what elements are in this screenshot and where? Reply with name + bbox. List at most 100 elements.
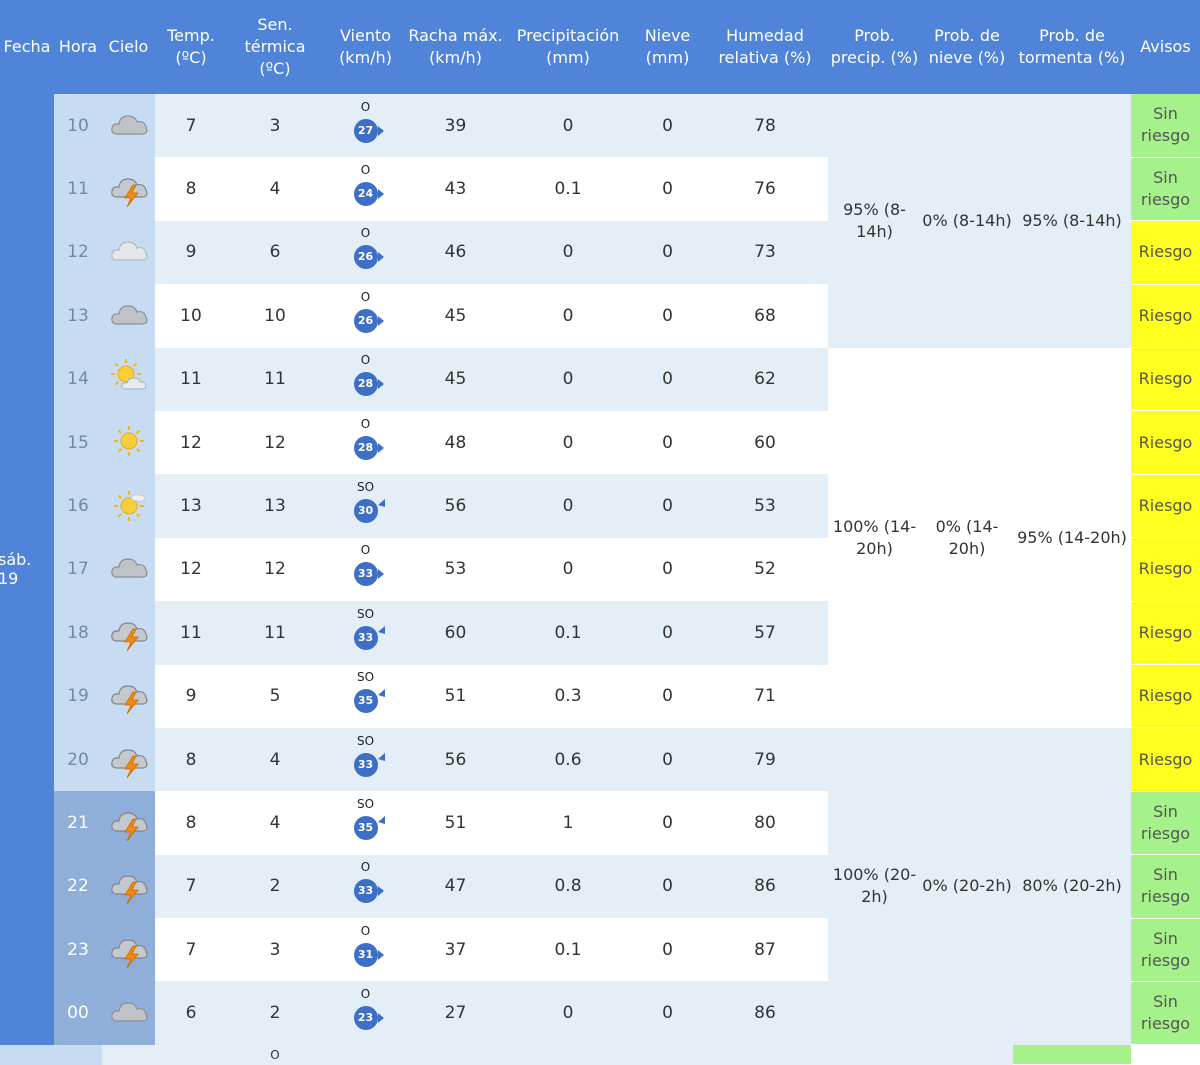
humedad-cell: 87 — [702, 918, 828, 982]
header-nieve: Nieve (mm) — [633, 0, 702, 94]
sensacion-cell: 10 — [227, 284, 323, 348]
fecha-cell: sáb. 19 — [0, 94, 54, 1045]
header-humedad: Humedad relativa (%) — [702, 0, 828, 94]
header-prob-precip: Prob. precip. (%) — [828, 0, 921, 94]
wind-direction: SO — [356, 670, 375, 685]
precip-cell: 0.1 — [503, 157, 633, 221]
precip-cell: 0 — [503, 94, 633, 158]
sky-cell — [102, 918, 155, 982]
wind-cell: O 26 — [323, 220, 408, 285]
aviso-badge: Riesgo — [1131, 284, 1200, 349]
hora-cell: 22 — [54, 854, 102, 919]
wind-cell: SO 30 — [323, 474, 408, 538]
precip-cell: 0.3 — [503, 664, 633, 728]
humedad-cell: 71 — [702, 664, 828, 728]
wind-speed-badge: 31 — [353, 942, 378, 967]
hourly-forecast-table: Fecha Hora Cielo Temp. (ºC) Sen. térmica… — [0, 0, 1200, 1065]
temp-cell: 11 — [155, 601, 227, 665]
humedad-cell: 76 — [702, 157, 828, 221]
sensacion-cell: 5 — [227, 664, 323, 728]
nieve-cell: 0 — [633, 94, 702, 158]
racha-cell: 56 — [408, 474, 503, 538]
precip-cell: 0.1 — [503, 601, 633, 665]
wind-cell: O 33 — [323, 854, 408, 919]
nieve-cell: 0 — [633, 854, 702, 919]
prob-precip-cell: 95% (8- 14h) — [828, 94, 921, 348]
table-row: 20 8 4 SO 33 56 0.6 0 79 100% (20- 2h) 0% (20-2h) 8… — [0, 727, 1200, 1045]
nieve-cell: 0 — [633, 918, 702, 982]
nieve-cell: 0 — [633, 410, 702, 475]
precip-cell: 0 — [503, 347, 633, 411]
hora-cell: 18 — [54, 601, 102, 665]
table-row: 14 11 11 O 28 45 0 0 62 100% (14- 20h) 0% (14- 20h… — [0, 347, 1200, 728]
header-avisos: Avisos — [1131, 0, 1200, 94]
prob-precip-cell: 100% (14- 20h) — [828, 347, 921, 728]
wind-direction: O — [360, 163, 371, 178]
wind-speed-badge: 26 — [353, 245, 378, 270]
header-viento: Viento (km/h) — [323, 0, 408, 94]
racha-cell: 45 — [408, 347, 503, 411]
sky-cell — [102, 537, 155, 602]
aviso-badge: Riesgo — [1131, 347, 1200, 412]
wind-speed-badge: 28 — [353, 435, 378, 460]
prob-nieve-cell: 0% (8-14h) — [921, 94, 1013, 348]
thunderstorm-icon — [107, 875, 151, 908]
sky-cell — [102, 601, 155, 665]
wind-speed-badge: 28 — [353, 372, 378, 397]
wind-direction: O — [360, 987, 371, 1002]
temp-cell: 7 — [155, 854, 227, 919]
sensacion-cell: 11 — [227, 601, 323, 665]
wind-direction: O — [360, 416, 371, 431]
prob-tormenta-cell: 95% (14-20h) — [1013, 347, 1131, 728]
precip-cell: 0 — [503, 410, 633, 475]
sky-cell — [102, 220, 155, 285]
sky-cell — [102, 94, 155, 158]
wind-direction: O — [360, 353, 371, 368]
racha-cell: 27 — [408, 981, 503, 1045]
wind-direction: SO — [356, 606, 375, 621]
wind-direction: O — [360, 99, 371, 114]
sensacion-cell: 12 — [227, 537, 323, 602]
thunderstorm-icon — [107, 178, 151, 211]
table-row: sáb. 19 10 7 3 O 27 39 0 0 78 95% (8- 14h) 0% (8-14… — [0, 94, 1200, 1045]
temp-cell: 8 — [155, 727, 227, 792]
header-prob-tormenta: Prob. de tormenta (%) — [1013, 0, 1131, 94]
header-racha: Racha máx. (km/h) — [408, 0, 503, 94]
aviso-badge: Sin riesgo — [1131, 918, 1200, 982]
temp-cell: 8 — [155, 791, 227, 855]
hora-cell: 15 — [54, 410, 102, 475]
humedad-cell: 86 — [702, 854, 828, 919]
humedad-cell: 80 — [702, 791, 828, 855]
aviso-badge: Riesgo — [1131, 474, 1200, 539]
humedad-cell: 68 — [702, 284, 828, 348]
racha-cell: 51 — [408, 664, 503, 728]
aviso-badge: Riesgo — [1131, 664, 1200, 729]
header-precip: Precipitación (mm) — [503, 0, 633, 94]
temp-cell: 9 — [155, 220, 227, 285]
precip-cell: 0.8 — [503, 854, 633, 919]
temp-cell: 11 — [155, 347, 227, 411]
wind-cell: SO 35 — [323, 664, 408, 728]
nieve-cell: 0 — [633, 981, 702, 1045]
wind-speed-badge: 33 — [353, 879, 378, 904]
humedad-cell: 79 — [702, 727, 828, 792]
nieve-cell: 0 — [633, 727, 702, 792]
sky-cell — [102, 474, 155, 538]
prob-tormenta-cell: 95% (8-14h) — [1013, 94, 1131, 348]
wind-speed-badge: 35 — [353, 689, 378, 714]
prob-nieve-cell: 0% (20-2h) — [921, 727, 1013, 1045]
sensacion-cell: 13 — [227, 474, 323, 538]
sensacion-cell: 4 — [227, 157, 323, 221]
wind-speed-badge: 33 — [353, 752, 378, 777]
precip-cell: 0.1 — [503, 918, 633, 982]
wind-direction: SO — [356, 796, 375, 811]
hora-cell: 12 — [54, 220, 102, 285]
wind-cell: SO 33 — [323, 727, 408, 792]
cloudy-icon — [107, 305, 151, 338]
header-fecha: Fecha — [0, 0, 54, 94]
aviso-badge: Riesgo — [1131, 410, 1200, 475]
hora-cell: 11 — [54, 157, 102, 221]
wind-direction: O — [360, 543, 371, 558]
nieve-cell: 0 — [633, 791, 702, 855]
wind-speed-badge: 23 — [353, 1006, 378, 1031]
